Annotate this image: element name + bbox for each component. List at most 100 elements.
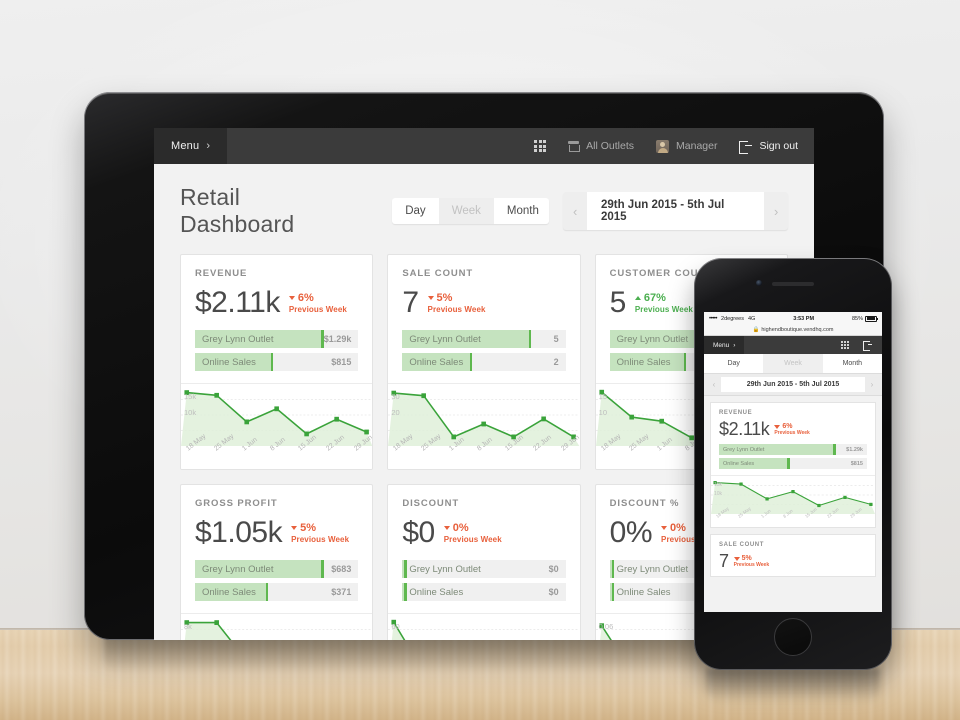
phone-delta-block: 6% Previous Week bbox=[774, 420, 810, 436]
lock-icon: 🔒 bbox=[752, 327, 760, 333]
arrow-down-icon bbox=[733, 556, 740, 561]
phone-menu-button[interactable]: Menu › bbox=[704, 336, 745, 354]
outlet-value: $683 bbox=[331, 564, 352, 574]
delta-period-label: Previous Week bbox=[288, 305, 347, 314]
outlet-value: $815 bbox=[850, 460, 863, 467]
outlet-name: Online Sales bbox=[409, 356, 464, 368]
outlet-selector[interactable]: All Outlets bbox=[568, 140, 634, 152]
signout-button[interactable]: Sign out bbox=[739, 140, 798, 154]
phone-date-next-button[interactable]: › bbox=[865, 380, 879, 389]
phone-metric-value: 7 bbox=[719, 551, 729, 571]
date-range-label[interactable]: 29th Jun 2015 - 5th Jul 2015 bbox=[586, 192, 765, 230]
phone-reflection bbox=[706, 668, 880, 702]
card-chart: 15k 10k 18 May 25 May 1 Jun 8 Jun 15 Jun 22 Ju… bbox=[181, 383, 373, 469]
metric-card[interactable]: GROSS PROFIT $1.05k 5% Previous Week Gre… bbox=[180, 484, 374, 640]
period-week-button[interactable]: Week bbox=[438, 198, 494, 224]
metric-row: 7 5% Previous Week bbox=[402, 288, 565, 318]
outlet-bar-row: Online Sales 2 bbox=[402, 353, 566, 371]
outlet-bar-row: Grey Lynn Outlet $1.29k bbox=[719, 444, 867, 455]
app-topbar: Menu › All Outlets Manager Sign out bbox=[154, 128, 814, 164]
bar-cap bbox=[683, 353, 687, 371]
battery-icon bbox=[865, 315, 878, 322]
chart-x-axis: 18 May25 May1 Jun8 Jun15 Jun22 Jun29 Jun bbox=[181, 433, 372, 469]
clock-label: 3:53 PM bbox=[793, 315, 815, 322]
metric-row: $2.11k 6% Previous Week bbox=[195, 288, 358, 318]
signout-icon[interactable] bbox=[863, 341, 872, 351]
battery-label: 85% bbox=[851, 315, 863, 322]
header-controls: Day Week Month ‹ 29th Jun 2015 - 5th Jul… bbox=[392, 192, 788, 230]
phone-home-button[interactable] bbox=[774, 618, 812, 656]
delta-value: 6% bbox=[288, 292, 347, 304]
phone-period-segmented-control[interactable]: Day Week Month bbox=[704, 354, 882, 374]
bar-cap bbox=[270, 353, 274, 371]
chart-y-label: 0.06 bbox=[598, 622, 614, 631]
date-next-button[interactable]: › bbox=[764, 197, 788, 226]
metric-card[interactable]: REVENUE $2.11k 6% Previous Week Grey Lyn… bbox=[180, 254, 374, 470]
topbar-actions: All Outlets Manager Sign out bbox=[534, 128, 814, 164]
store-icon bbox=[568, 141, 581, 152]
phone-menu-label: Menu bbox=[713, 341, 730, 349]
scene: Menu › All Outlets Manager Sign out Reta… bbox=[0, 0, 960, 720]
user-label: Manager bbox=[676, 140, 718, 152]
apps-button[interactable] bbox=[534, 140, 547, 152]
phone-metric-card[interactable]: REVENUE $2.11k 6% Previous Week Grey Lyn… bbox=[710, 402, 876, 528]
date-range-picker[interactable]: ‹ 29th Jun 2015 - 5th Jul 2015 › bbox=[563, 192, 788, 230]
outlet-bars: Grey Lynn Outlet 5 Online Sales 2 bbox=[402, 330, 566, 371]
phone-card-chart: 15k 10k 18 May 25 May 1 Jun 8 Jun 15 Jun 22 Ju… bbox=[711, 475, 875, 527]
phone-date-range-label[interactable]: 29th Jun 2015 - 5th Jul 2015 bbox=[721, 377, 865, 392]
delta-value: 67% bbox=[634, 292, 693, 304]
phone-metric-row: 7 5% Previous Week bbox=[719, 552, 867, 570]
grid-icon[interactable] bbox=[841, 341, 849, 349]
outlet-bar-row: Grey Lynn Outlet $683 bbox=[195, 560, 359, 578]
arrow-down-icon bbox=[427, 296, 434, 300]
period-month-button[interactable]: Month bbox=[493, 198, 550, 224]
delta-period-label: Previous Week bbox=[291, 535, 350, 544]
bar-cap bbox=[321, 560, 324, 578]
phone-camera bbox=[756, 280, 762, 286]
delta-period-label: Previous Week bbox=[634, 305, 693, 314]
chart-y-label: 15k bbox=[184, 392, 197, 401]
card-title: DISCOUNT bbox=[402, 498, 460, 509]
phone-date-prev-button[interactable]: ‹ bbox=[707, 380, 721, 389]
period-day-button[interactable]: Day bbox=[392, 198, 439, 224]
phone-period-month-button[interactable]: Month bbox=[823, 354, 882, 373]
phone-card-body: REVENUE $2.11k 6% Previous Week Grey Lyn… bbox=[711, 403, 875, 475]
chart-y-label: 8k bbox=[184, 622, 192, 631]
phone-period-week-button[interactable]: Week bbox=[763, 354, 823, 373]
phone-metric-card[interactable]: SALE COUNT 7 5% Previous Week bbox=[710, 534, 876, 577]
outlet-label: All Outlets bbox=[586, 140, 635, 152]
menu-button[interactable]: Menu › bbox=[154, 128, 228, 164]
period-segmented-control[interactable]: Day Week Month bbox=[392, 198, 550, 224]
card-body: REVENUE $2.11k 6% Previous Week Grey Lyn… bbox=[181, 255, 372, 383]
metric-card[interactable]: DISCOUNT $0 0% Previous Week Grey Lynn O… bbox=[387, 484, 581, 640]
outlet-bar-row: Grey Lynn Outlet $0 bbox=[402, 560, 566, 578]
menu-button-label: Menu bbox=[171, 140, 200, 152]
chart-y-label: 10 bbox=[598, 408, 607, 417]
outlet-bar-row: Grey Lynn Outlet $1.29k bbox=[195, 330, 359, 348]
carrier-label: 2degrees bbox=[721, 315, 744, 322]
date-prev-button[interactable]: ‹ bbox=[563, 197, 587, 226]
outlet-value: $0 bbox=[548, 587, 559, 597]
outlet-name: Grey Lynn Outlet bbox=[202, 563, 274, 575]
arrow-down-icon bbox=[291, 526, 298, 530]
phone-date-range-picker[interactable]: ‹ 29th Jun 2015 - 5th Jul 2015 › bbox=[704, 374, 882, 396]
phone-card-body: SALE COUNT 7 5% Previous Week bbox=[711, 535, 875, 576]
outlet-name: Online Sales bbox=[616, 356, 671, 368]
user-menu[interactable]: Manager bbox=[656, 139, 718, 153]
phone-cards-list: REVENUE $2.11k 6% Previous Week Grey Lyn… bbox=[704, 396, 882, 583]
outlet-value: $371 bbox=[331, 587, 352, 597]
chart-y-label: 30 bbox=[391, 392, 400, 401]
phone-period-day-button[interactable]: Day bbox=[704, 354, 763, 373]
outlet-name: Online Sales bbox=[723, 460, 755, 467]
chart-y-label: 10k bbox=[184, 408, 197, 417]
metric-card[interactable]: SALE COUNT 7 5% Previous Week Grey Lynn … bbox=[387, 254, 581, 470]
status-right: 85% bbox=[851, 315, 878, 322]
phone-card-title: SALE COUNT bbox=[719, 542, 764, 548]
phone-delta-period-label: Previous Week bbox=[774, 430, 810, 436]
phone-url-bar[interactable]: 🔒 highendboutique.vendhq.com bbox=[704, 325, 882, 336]
url-label: highendboutique.vendhq.com bbox=[761, 327, 834, 333]
outlet-name: Grey Lynn Outlet bbox=[409, 563, 481, 575]
chart-y-label: 15 bbox=[598, 392, 607, 401]
outlet-bars: Grey Lynn Outlet $683 Online Sales $371 bbox=[195, 560, 359, 601]
